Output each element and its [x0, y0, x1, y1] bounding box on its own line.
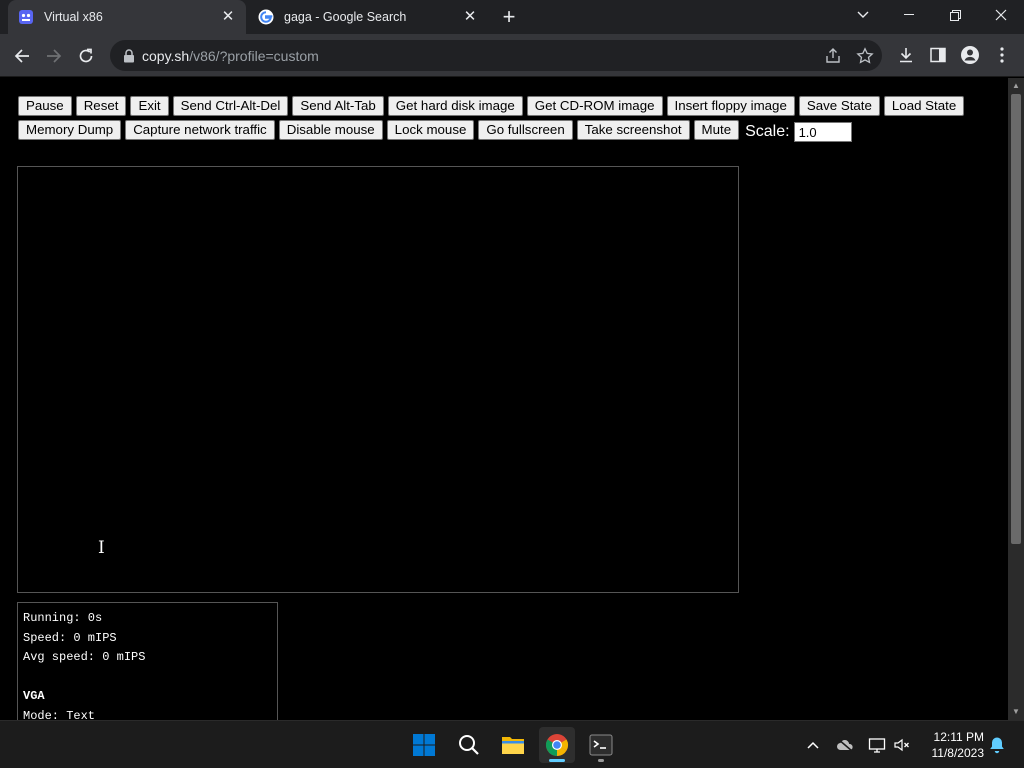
- tab-virtual-x86[interactable]: Virtual x86 ✕: [8, 0, 246, 34]
- minimize-button[interactable]: [886, 0, 932, 30]
- avg-speed: Avg speed: 0 mIPS: [23, 650, 146, 664]
- tab-close-icon[interactable]: ✕: [462, 9, 478, 25]
- running-indicator: [549, 759, 565, 762]
- side-panel-icon[interactable]: [926, 43, 950, 67]
- terminal-icon[interactable]: [583, 727, 619, 763]
- forward-arrow-icon: [47, 49, 62, 63]
- go-fullscreen-button[interactable]: Go fullscreen: [478, 120, 573, 141]
- send-alt-tab-button[interactable]: Send Alt-Tab: [292, 96, 384, 116]
- running-indicator: [598, 759, 604, 762]
- vga-mode: Mode: Text: [23, 708, 96, 721]
- tab-title: gaga - Google Search: [284, 10, 407, 24]
- memory-dump-button[interactable]: Memory Dump: [18, 120, 122, 141]
- new-tab-button[interactable]: +: [498, 6, 520, 29]
- scale-input[interactable]: [793, 122, 852, 143]
- emulator-info-panel: Running: 0s Speed: 0 mIPS Avg speed: 0 m…: [17, 602, 278, 720]
- scroll-thumb[interactable]: [1011, 94, 1021, 544]
- file-explorer-icon[interactable]: [495, 727, 531, 763]
- vga-heading: VGA: [23, 689, 45, 703]
- reload-button[interactable]: [72, 42, 100, 70]
- chevron-up-icon[interactable]: [803, 735, 823, 755]
- load-state-button[interactable]: Load State: [883, 96, 965, 116]
- disable-mouse-button[interactable]: Disable mouse: [278, 120, 383, 141]
- address-bar[interactable]: copy.sh/v86/?profile=custom: [110, 40, 882, 71]
- browser-toolbar: copy.sh/v86/?profile=custom: [0, 34, 1024, 77]
- get-hard-disk-image-button[interactable]: Get hard disk image: [387, 96, 523, 116]
- kebab-menu-icon[interactable]: [990, 43, 1014, 67]
- back-arrow-icon: [14, 49, 29, 63]
- system-clock[interactable]: 12:11 PM 11/8/2023: [920, 729, 985, 761]
- capture-network-traffic-button[interactable]: Capture network traffic: [125, 120, 275, 141]
- restore-button[interactable]: [932, 0, 978, 30]
- download-icon[interactable]: [894, 43, 918, 67]
- emulator-screen[interactable]: [17, 166, 739, 593]
- reset-button[interactable]: Reset: [75, 96, 127, 116]
- clock-date: 11/8/2023: [931, 746, 985, 760]
- network-icon[interactable]: [867, 735, 887, 755]
- lock-mouse-button[interactable]: Lock mouse: [386, 120, 475, 141]
- speed: Speed: 0 mIPS: [23, 630, 117, 645]
- scale-label: Scale:: [745, 123, 790, 141]
- get-cdrom-image-button[interactable]: Get CD-ROM image: [526, 96, 663, 116]
- onedrive-cloud-icon[interactable]: [835, 735, 855, 755]
- lock-icon: [124, 48, 134, 62]
- notification-bell-icon[interactable]: [987, 735, 1007, 755]
- tab-title: Virtual x86: [44, 10, 103, 24]
- send-ctrl-alt-del-button[interactable]: Send Ctrl-Alt-Del: [172, 96, 289, 116]
- take-screenshot-button[interactable]: Take screenshot: [576, 120, 690, 141]
- url-path: /v86/?profile=custom: [189, 47, 319, 64]
- forward-button[interactable]: [40, 42, 68, 70]
- scroll-down-arrow-icon[interactable]: ▼: [1012, 708, 1020, 716]
- close-window-button[interactable]: [978, 0, 1024, 30]
- volume-muted-icon[interactable]: [892, 735, 912, 755]
- tab-search-chevron-icon[interactable]: [840, 0, 886, 30]
- back-button[interactable]: [8, 42, 36, 70]
- scroll-up-arrow-icon[interactable]: ▲: [1012, 82, 1020, 90]
- v86-favicon-icon: [19, 10, 33, 24]
- chrome-icon[interactable]: [539, 727, 575, 763]
- page-scrollbar[interactable]: ▲ ▼: [1008, 78, 1024, 720]
- insert-floppy-image-button[interactable]: Insert floppy image: [666, 96, 795, 116]
- search-icon[interactable]: [451, 727, 487, 763]
- running-time: Running: 0s: [23, 611, 103, 625]
- share-icon[interactable]: [824, 47, 842, 65]
- google-favicon-icon: [258, 9, 274, 25]
- bookmark-star-icon[interactable]: [856, 47, 874, 65]
- emulator-controls: Pause Reset Exit Send Ctrl-Alt-Del Send Alt-…: [18, 96, 998, 144]
- tab-google-search[interactable]: gaga - Google Search ✕: [248, 0, 488, 34]
- windows-start-icon[interactable]: [406, 727, 442, 763]
- url-host: copy.sh: [142, 47, 190, 64]
- browser-tab-strip: Virtual x86 ✕ gaga - Google Search ✕ +: [0, 0, 1024, 34]
- save-state-button[interactable]: Save State: [798, 96, 880, 116]
- clock-time: 12:11 PM: [933, 730, 984, 744]
- reload-icon: [79, 48, 93, 63]
- tab-close-icon[interactable]: ✕: [220, 9, 236, 25]
- pause-button[interactable]: Pause: [18, 96, 72, 116]
- text-cursor-icon: I: [98, 538, 105, 558]
- profile-avatar-icon[interactable]: [958, 43, 982, 67]
- page-content: Pause Reset Exit Send Ctrl-Alt-Del Send Alt-…: [0, 78, 1008, 720]
- windows-taskbar: 12:11 PM 11/8/2023: [0, 720, 1024, 768]
- mute-button[interactable]: Mute: [693, 120, 740, 141]
- exit-button[interactable]: Exit: [130, 96, 169, 116]
